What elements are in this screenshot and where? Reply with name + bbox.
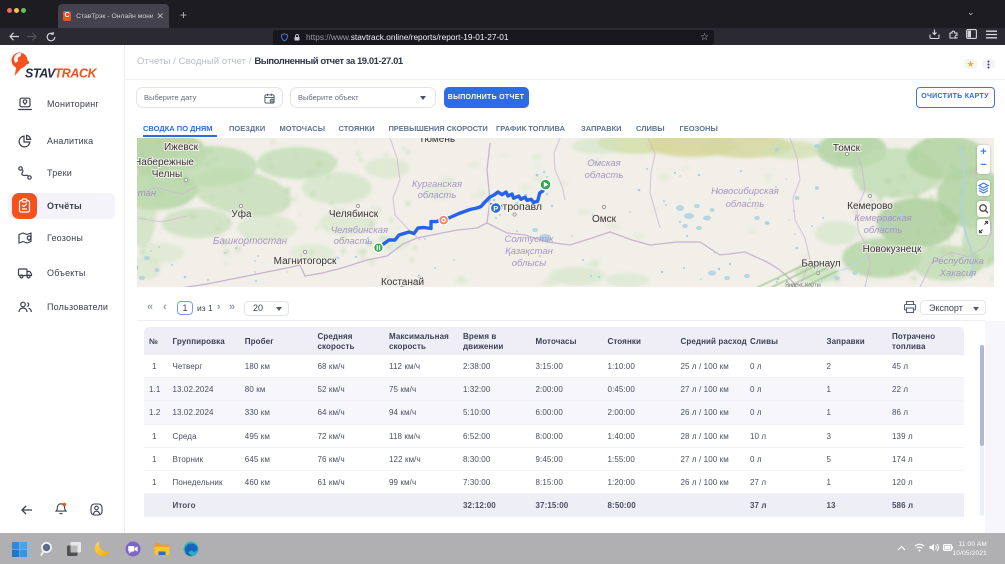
svg-text:Уфа: Уфа: [231, 208, 252, 220]
svg-text:Челябинск: Челябинск: [329, 208, 379, 220]
svg-text:Набережные: Набережные: [137, 156, 194, 168]
svg-text:Солтустік: Солтустік: [504, 234, 554, 245]
svg-text:Томск: Томск: [833, 143, 861, 154]
svg-text:Тюмень: Тюмень: [419, 138, 455, 145]
svg-text:область: область: [864, 225, 903, 236]
svg-text:Челябинская: Челябинская: [331, 225, 388, 236]
svg-text:Новосибирская: Новосибирская: [711, 186, 779, 197]
svg-text:P: P: [493, 204, 498, 213]
svg-text:Яндекс Карты: Яндекс Карты: [785, 283, 821, 288]
svg-text:область: область: [585, 170, 624, 181]
svg-text:область: область: [726, 199, 765, 210]
svg-text:Челны: Челны: [152, 169, 182, 180]
svg-text:Ижевск: Ижевск: [164, 142, 199, 153]
svg-text:стан: стан: [137, 188, 157, 199]
svg-text:Курганская: Курганская: [412, 179, 462, 190]
svg-text:область: область: [418, 190, 457, 201]
svg-text:Омская: Омская: [587, 158, 620, 169]
svg-text:Барнаул: Барнаул: [801, 259, 840, 270]
svg-text:Магнитогорск: Магнитогорск: [274, 256, 337, 267]
svg-text:облысы: облысы: [512, 258, 547, 269]
svg-text:Республика: Республика: [932, 256, 984, 267]
svg-text:TRACK: TRACK: [55, 67, 98, 81]
svg-text:STAV: STAV: [25, 67, 57, 81]
svg-text:Хакасия: Хакасия: [939, 268, 977, 279]
svg-text:Кемерово: Кемерово: [847, 201, 893, 212]
svg-text:Костанай: Костанай: [381, 277, 424, 287]
svg-text:Кемеровская: Кемеровская: [854, 213, 911, 224]
svg-text:Қазақстан: Қазақстан: [505, 246, 554, 257]
svg-text:я: я: [137, 263, 138, 274]
svg-text:Башкортостан: Башкортостан: [213, 236, 288, 247]
svg-text:Новокузнецк: Новокузнецк: [863, 244, 922, 255]
svg-text:область: область: [334, 236, 373, 247]
svg-text:Омск: Омск: [592, 214, 617, 225]
